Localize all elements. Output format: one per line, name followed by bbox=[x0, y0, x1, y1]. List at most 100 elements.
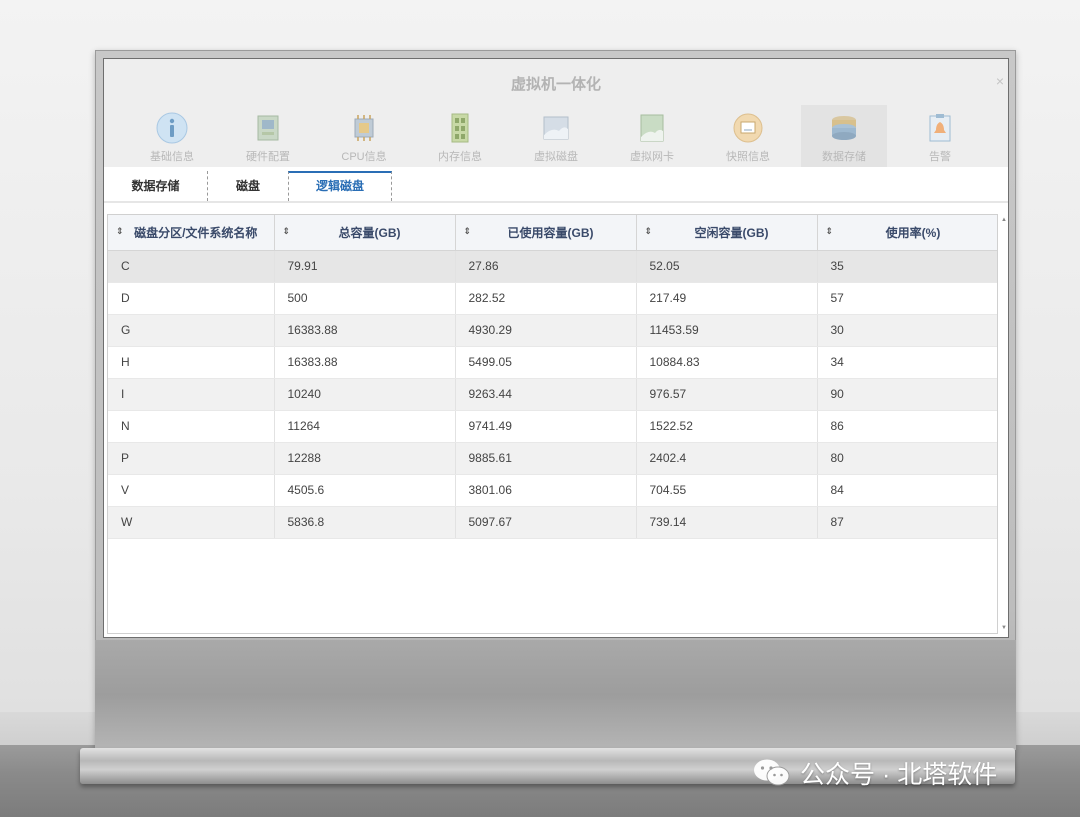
column-header-label: 已使用容量(GB) bbox=[507, 225, 594, 240]
snapshot-icon bbox=[733, 113, 763, 143]
table-row[interactable]: V 4505.6 3801.06 704.55 84 bbox=[108, 474, 997, 507]
cell-partition: I bbox=[108, 378, 275, 411]
column-header-partition[interactable]: ⇕ 磁盘分区/文件系统名称 bbox=[108, 215, 275, 251]
cell-usage: 35 bbox=[817, 250, 997, 283]
cell-usage: 87 bbox=[817, 506, 997, 539]
cell-free: 10884.83 bbox=[636, 346, 818, 379]
nav-label: 内存信息 bbox=[438, 151, 482, 163]
cell-used: 9885.61 bbox=[455, 442, 637, 475]
tab-bar: 数据存储 磁盘 逻辑磁盘 bbox=[104, 167, 1008, 203]
scroll-up-arrow[interactable]: ▲ bbox=[1001, 217, 1007, 223]
watermark: 公众号 · 北塔软件 bbox=[752, 756, 997, 790]
cell-total: 10240 bbox=[274, 378, 456, 411]
table-row[interactable]: G 16383.88 4930.29 11453.59 30 bbox=[108, 314, 997, 347]
cell-used: 5499.05 bbox=[455, 346, 637, 379]
cell-usage: 34 bbox=[817, 346, 997, 379]
network-card-icon bbox=[640, 114, 664, 142]
nav-label: 基础信息 bbox=[150, 151, 194, 163]
monitor-frame-lower bbox=[95, 640, 1016, 750]
cell-used: 3801.06 bbox=[455, 474, 637, 507]
cell-usage: 57 bbox=[817, 282, 997, 315]
cell-free: 11453.59 bbox=[636, 314, 818, 347]
nav-item-data-storage[interactable]: 数据存储 bbox=[801, 105, 887, 167]
column-header-total[interactable]: ⇕ 总容量(GB) bbox=[274, 215, 456, 251]
tab-logical-disk[interactable]: 逻辑磁盘 bbox=[288, 171, 392, 201]
table-row[interactable]: H 16383.88 5499.05 10884.83 34 bbox=[108, 346, 997, 379]
nav-item-memory[interactable]: 内存信息 bbox=[412, 105, 508, 167]
table-row[interactable]: D 500 282.52 217.49 57 bbox=[108, 282, 997, 315]
watermark-text: 公众号 · 北塔软件 bbox=[800, 761, 998, 789]
dialog-title: 虚拟机一体化 bbox=[510, 76, 601, 93]
sort-icon[interactable]: ⇕ bbox=[283, 226, 291, 237]
nav-label: 虚拟磁盘 bbox=[534, 151, 578, 163]
cell-partition: P bbox=[108, 442, 275, 475]
nav-item-cpu[interactable]: CPU信息 bbox=[316, 105, 412, 167]
nav-item-basic-info[interactable]: 基础信息 bbox=[124, 105, 220, 167]
cell-used: 9263.44 bbox=[455, 378, 637, 411]
cell-partition: C bbox=[108, 250, 275, 283]
hardware-icon bbox=[257, 115, 279, 141]
cell-partition: D bbox=[108, 282, 275, 315]
sort-icon[interactable]: ⇕ bbox=[464, 226, 472, 237]
cell-free: 704.55 bbox=[636, 474, 818, 507]
table-header-row: ⇕ 磁盘分区/文件系统名称 ⇕ 总容量(GB) ⇕ 已使用容量(GB) ⇕ 空闲容量(G… bbox=[108, 215, 997, 251]
close-icon[interactable]: × bbox=[996, 73, 1004, 89]
table-row[interactable]: C 79.91 27.86 52.05 35 bbox=[108, 250, 997, 283]
alert-icon bbox=[929, 114, 951, 142]
disk-icon bbox=[543, 116, 569, 140]
column-header-label: 磁盘分区/文件系统名称 bbox=[134, 225, 258, 240]
cell-free: 976.57 bbox=[636, 378, 818, 411]
table-row[interactable]: N 11264 9741.49 1522.52 86 bbox=[108, 410, 997, 443]
info-icon bbox=[156, 112, 188, 144]
nav-item-snapshot[interactable]: 快照信息 bbox=[700, 105, 796, 167]
table-row[interactable]: P 12288 9885.61 2402.4 80 bbox=[108, 442, 997, 475]
tab-disk[interactable]: 磁盘 bbox=[208, 171, 288, 201]
cell-total: 500 bbox=[274, 282, 456, 315]
cpu-icon bbox=[354, 115, 374, 141]
cell-free: 739.14 bbox=[636, 506, 818, 539]
cell-partition: V bbox=[108, 474, 275, 507]
cell-usage: 84 bbox=[817, 474, 997, 507]
cell-free: 52.05 bbox=[636, 250, 818, 283]
tab-data-storage[interactable]: 数据存储 bbox=[104, 171, 208, 201]
cell-used: 9741.49 bbox=[455, 410, 637, 443]
column-header-label: 总容量(GB) bbox=[338, 225, 401, 240]
column-header-free[interactable]: ⇕ 空闲容量(GB) bbox=[636, 215, 818, 251]
cell-used: 27.86 bbox=[455, 250, 637, 283]
cell-usage: 86 bbox=[817, 410, 997, 443]
memory-icon bbox=[451, 113, 469, 143]
nav-label: 快照信息 bbox=[726, 151, 770, 163]
nav-label: 硬件配置 bbox=[246, 151, 290, 163]
nav-item-virtual-disk[interactable]: 虚拟磁盘 bbox=[508, 105, 604, 167]
column-header-used[interactable]: ⇕ 已使用容量(GB) bbox=[455, 215, 637, 251]
cell-used: 5097.67 bbox=[455, 506, 637, 539]
wechat-icon bbox=[754, 759, 790, 786]
cell-total: 4505.6 bbox=[274, 474, 456, 507]
nav-item-virtual-nic[interactable]: 虚拟网卡 bbox=[604, 105, 700, 167]
cell-free: 217.49 bbox=[636, 282, 818, 315]
nav-item-hardware[interactable]: 硬件配置 bbox=[220, 105, 316, 167]
nav-label: CPU信息 bbox=[341, 151, 387, 163]
cell-partition: W bbox=[108, 506, 275, 539]
cell-partition: H bbox=[108, 346, 275, 379]
sort-icon[interactable]: ⇕ bbox=[116, 226, 124, 237]
cell-free: 1522.52 bbox=[636, 410, 818, 443]
cell-partition: G bbox=[108, 314, 275, 347]
cell-partition: N bbox=[108, 410, 275, 443]
table-row[interactable]: I 10240 9263.44 976.57 90 bbox=[108, 378, 997, 411]
storage-icon bbox=[832, 116, 856, 140]
logical-disk-table: ⇕ 磁盘分区/文件系统名称 ⇕ 总容量(GB) ⇕ 已使用容量(GB) ⇕ 空闲容量(G… bbox=[107, 214, 998, 634]
nav-label: 虚拟网卡 bbox=[630, 151, 674, 163]
column-header-label: 使用率(%) bbox=[885, 225, 941, 240]
nav-item-alert[interactable]: 告警 bbox=[892, 105, 988, 167]
table-row[interactable]: W 5836.8 5097.67 739.14 87 bbox=[108, 506, 997, 539]
dialog-header: 虚拟机一体化 × 基础信息 硬件配置 CPU信息 内存信息 虚拟磁盘 虚拟网卡 … bbox=[104, 59, 1008, 167]
column-header-usage[interactable]: ⇕ 使用率(%) bbox=[817, 215, 997, 251]
cell-free: 2402.4 bbox=[636, 442, 818, 475]
cell-used: 4930.29 bbox=[455, 314, 637, 347]
cell-usage: 30 bbox=[817, 314, 997, 347]
sort-icon[interactable]: ⇕ bbox=[645, 226, 653, 237]
sort-icon[interactable]: ⇕ bbox=[826, 226, 834, 237]
nav-label: 数据存储 bbox=[822, 151, 866, 163]
scroll-down-arrow[interactable]: ▼ bbox=[1001, 625, 1007, 631]
